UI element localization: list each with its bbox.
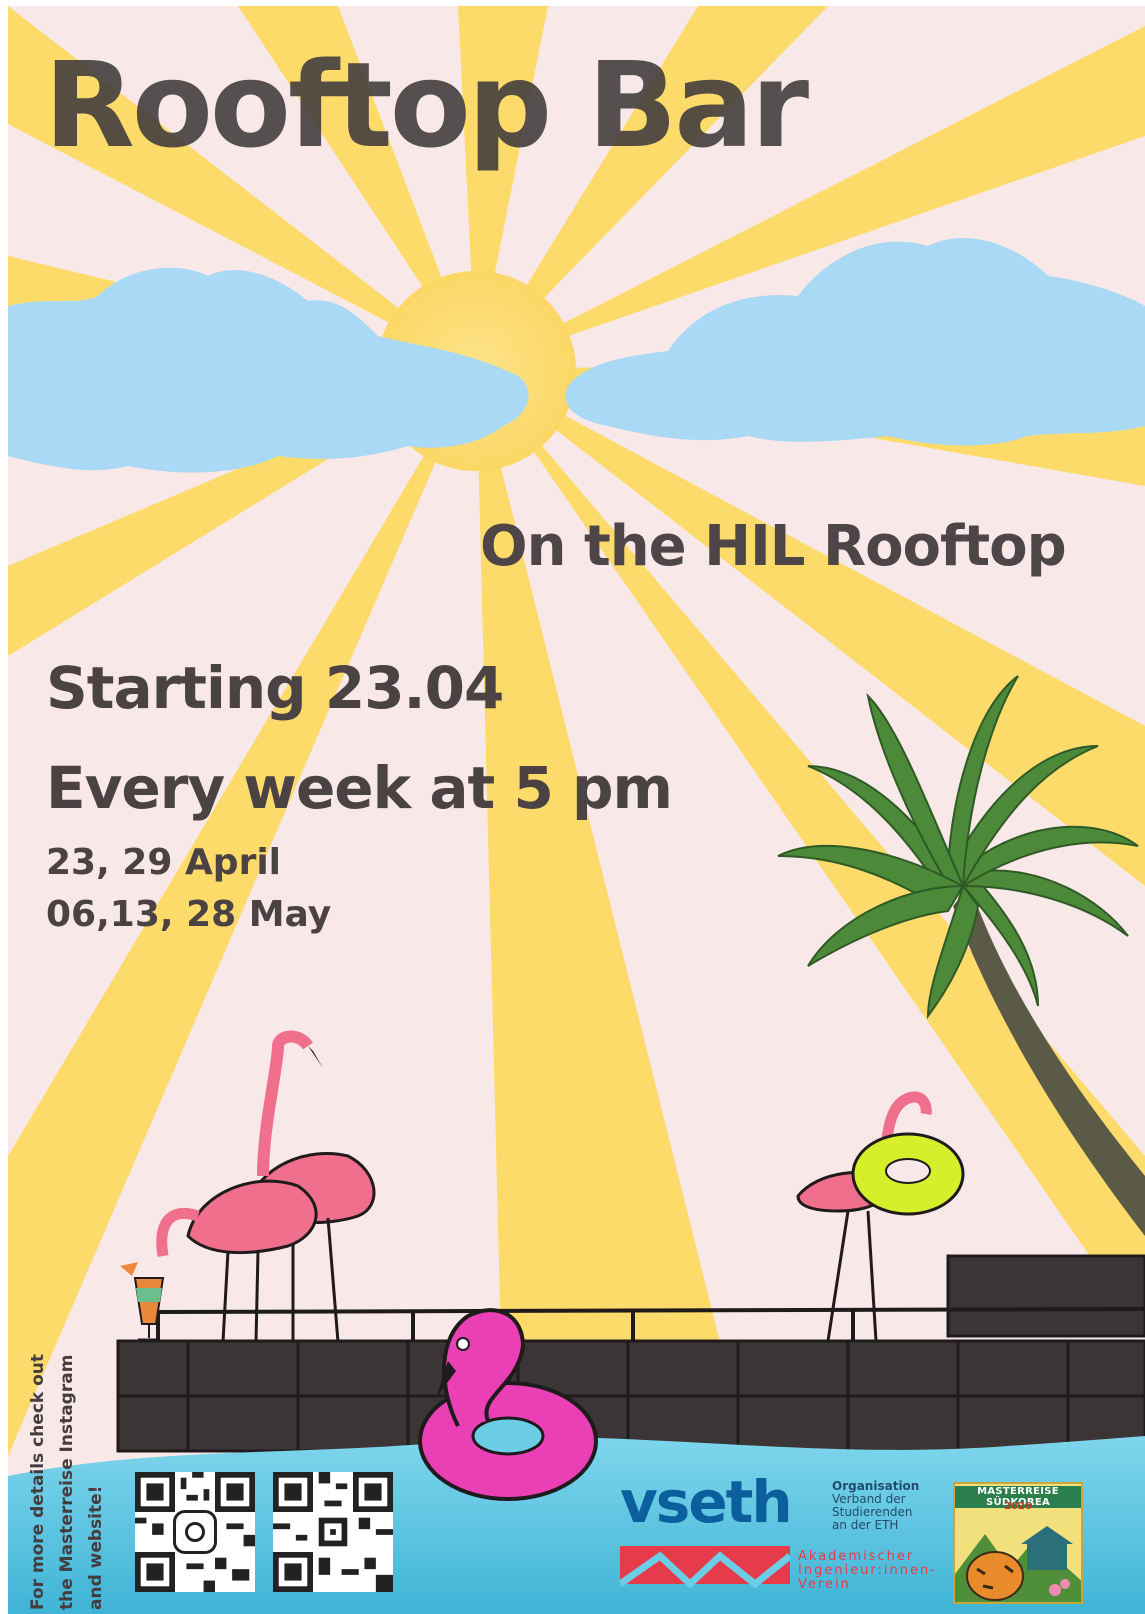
aiv-line: Ingenieur:innen- (798, 1563, 937, 1578)
vseth-logo: vseth (620, 1468, 793, 1536)
side-note: For more details check out the Masterrei… (24, 1354, 111, 1610)
masterreise-year: 2026 (1004, 1501, 1032, 1512)
aiv-logo (620, 1546, 790, 1589)
qr-code-icon[interactable] (273, 1472, 393, 1592)
side-note-line: and website! (86, 1485, 106, 1610)
side-note-line: the Masterreise Instagram (57, 1354, 77, 1610)
vseth-organisation: Organisation Verband der Studierenden an… (832, 1480, 919, 1532)
qr-pattern (273, 1472, 393, 1592)
aiv-line: Verein (798, 1577, 851, 1592)
poster-title: Rooftop Bar (44, 36, 809, 174)
location-text: On the HIL Rooftop (480, 514, 1067, 579)
rooftop-block (946, 1254, 1145, 1338)
tiger-icon (955, 1526, 1081, 1602)
start-date-text: Starting 23.04 (46, 654, 504, 722)
qr-code-icon[interactable] (135, 1472, 255, 1592)
instagram-icon (173, 1510, 217, 1554)
aiv-text: Akademischer Ingenieur:innen- Verein (798, 1550, 937, 1592)
schedule-text: Every week at 5 pm (46, 754, 673, 822)
poster: Rooftop Bar On the HIL Rooftop Starting … (8, 6, 1145, 1614)
aiv-line: Akademischer (798, 1549, 915, 1564)
dates-april: 23, 29 April (46, 842, 282, 883)
masterreise-badge: MASTERREISE SÜDKOREA 2026 (953, 1482, 1083, 1604)
org-line: an der ETH (832, 1518, 899, 1532)
side-note-line: For more details check out (28, 1353, 48, 1610)
dates-may: 06,13, 28 May (46, 894, 332, 935)
